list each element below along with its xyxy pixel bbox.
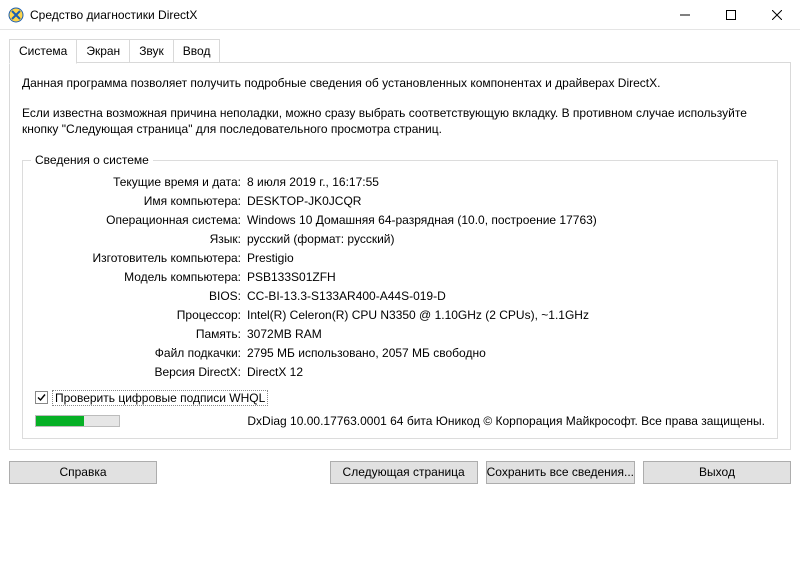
info-row-manufacturer: Изготовитель компьютера: Prestigio — [35, 249, 765, 268]
maximize-button[interactable] — [708, 0, 754, 29]
progress-bar — [35, 415, 120, 427]
info-row-directx-version: Версия DirectX: DirectX 12 — [35, 363, 765, 382]
tab-screen[interactable]: Экран — [76, 39, 130, 63]
info-value: PSB133S01ZFH — [247, 268, 765, 287]
info-label: Операционная система: — [35, 211, 247, 230]
info-label: Имя компьютера: — [35, 192, 247, 211]
info-label: Файл подкачки: — [35, 344, 247, 363]
info-value: DirectX 12 — [247, 363, 765, 382]
info-label: Модель компьютера: — [35, 268, 247, 287]
info-row-processor: Процессор: Intel(R) Celeron(R) CPU N3350… — [35, 306, 765, 325]
window-title: Средство диагностики DirectX — [30, 8, 662, 22]
intro-p2: Если известна возможная причина неполадк… — [22, 105, 778, 137]
info-value: 8 июля 2019 г., 16:17:55 — [247, 173, 765, 192]
save-all-button[interactable]: Сохранить все сведения... — [486, 461, 635, 484]
info-value: CC-BI-13.3-S133AR400-A44S-019-D — [247, 287, 765, 306]
whql-checkbox[interactable] — [35, 391, 48, 404]
exit-button[interactable]: Выход — [643, 461, 791, 484]
info-value: Prestigio — [247, 249, 765, 268]
info-row-datetime: Текущие время и дата: 8 июля 2019 г., 16… — [35, 173, 765, 192]
info-label: BIOS: — [35, 287, 247, 306]
minimize-button[interactable] — [662, 0, 708, 29]
tab-panel-system: Данная программа позволяет получить подр… — [9, 62, 791, 450]
info-row-language: Язык: русский (формат: русский) — [35, 230, 765, 249]
system-info-group: Сведения о системе Текущие время и дата:… — [22, 160, 778, 439]
whql-label[interactable]: Проверить цифровые подписи WHQL — [52, 390, 268, 406]
intro-text: Данная программа позволяет получить подр… — [22, 75, 778, 138]
info-value: 3072MB RAM — [247, 325, 765, 344]
info-value: Windows 10 Домашняя 64-разрядная (10.0, … — [247, 211, 765, 230]
info-value: русский (формат: русский) — [247, 230, 765, 249]
dxdiag-icon — [8, 7, 24, 23]
system-info-legend: Сведения о системе — [31, 153, 153, 167]
tab-bar: Система Экран Звук Ввод — [9, 39, 791, 63]
next-page-button[interactable]: Следующая страница — [330, 461, 478, 484]
info-label: Версия DirectX: — [35, 363, 247, 382]
tab-sound[interactable]: Звук — [129, 39, 174, 63]
info-label: Текущие время и дата: — [35, 173, 247, 192]
info-value: Intel(R) Celeron(R) CPU N3350 @ 1.10GHz … — [247, 306, 765, 325]
info-row-memory: Память: 3072MB RAM — [35, 325, 765, 344]
whql-check-row: Проверить цифровые подписи WHQL — [35, 390, 765, 406]
info-label: Язык: — [35, 230, 247, 249]
intro-p1: Данная программа позволяет получить подр… — [22, 75, 778, 91]
info-label: Процессор: — [35, 306, 247, 325]
close-button[interactable] — [754, 0, 800, 29]
info-value: 2795 МБ использовано, 2057 МБ свободно — [247, 344, 765, 363]
info-label: Память: — [35, 325, 247, 344]
info-row-pagefile: Файл подкачки: 2795 МБ использовано, 205… — [35, 344, 765, 363]
info-row-model: Модель компьютера: PSB133S01ZFH — [35, 268, 765, 287]
info-row-computer-name: Имя компьютера: DESKTOP-JK0JCQR — [35, 192, 765, 211]
tab-input[interactable]: Ввод — [173, 39, 221, 63]
footer-copyright: DxDiag 10.00.17763.0001 64 бита Юникод ©… — [130, 414, 765, 428]
button-row: Справка Следующая страница Сохранить все… — [9, 461, 791, 484]
info-row-bios: BIOS: CC-BI-13.3-S133AR400-A44S-019-D — [35, 287, 765, 306]
titlebar: Средство диагностики DirectX — [0, 0, 800, 30]
progress-fill — [36, 416, 84, 426]
info-row-os: Операционная система: Windows 10 Домашня… — [35, 211, 765, 230]
tab-system[interactable]: Система — [9, 39, 77, 64]
info-label: Изготовитель компьютера: — [35, 249, 247, 268]
help-button[interactable]: Справка — [9, 461, 157, 484]
info-value: DESKTOP-JK0JCQR — [247, 192, 765, 211]
